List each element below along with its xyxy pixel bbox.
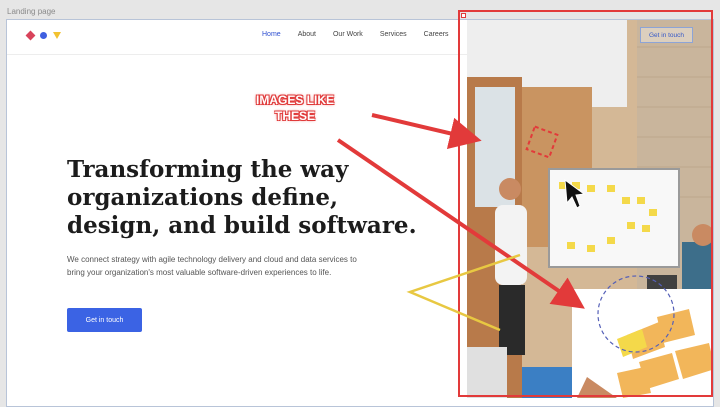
annotation-line: IMAGES LIKE — [255, 93, 334, 107]
brand-logo-icon[interactable] — [25, 30, 61, 41]
landing-page-artboard: Home About Our Work Services Careers Tra… — [6, 19, 714, 407]
nav-item-careers[interactable]: Careers — [424, 31, 449, 38]
hero-title: Transforming the way organizations defin… — [67, 156, 417, 240]
header-get-in-touch-button[interactable]: Get in touch — [640, 27, 693, 43]
hero-photo — [467, 20, 713, 398]
get-in-touch-button[interactable]: Get in touch — [67, 308, 142, 332]
hero-title-line: design, and build software. — [67, 212, 417, 239]
nav-item-our-work[interactable]: Our Work — [333, 31, 363, 38]
nav-item-services[interactable]: Services — [380, 31, 407, 38]
annotation-line: THESE — [274, 109, 315, 123]
hero-title-line: organizations define, — [67, 184, 339, 211]
hero-title-line: Transforming the way — [67, 156, 349, 183]
frame-label: Landing page — [7, 7, 56, 16]
logo-diamond-icon — [25, 30, 36, 41]
main-nav: Home About Our Work Services Careers — [262, 31, 449, 38]
nav-item-about[interactable]: About — [298, 31, 316, 38]
nav-item-home[interactable]: Home — [262, 31, 281, 38]
logo-circle-icon — [40, 32, 47, 39]
selection-handle[interactable] — [461, 13, 466, 18]
hero-subtitle-line: We connect strategy with agile technolog… — [67, 255, 357, 264]
logo-triangle-icon — [53, 32, 61, 39]
office-meeting-photo — [467, 20, 713, 398]
hero-subtitle: We connect strategy with agile technolog… — [67, 253, 407, 279]
annotation-label: IMAGES LIKE THESE — [240, 92, 350, 124]
hero-subtitle-line: bring your organization's most valuable … — [67, 268, 332, 277]
